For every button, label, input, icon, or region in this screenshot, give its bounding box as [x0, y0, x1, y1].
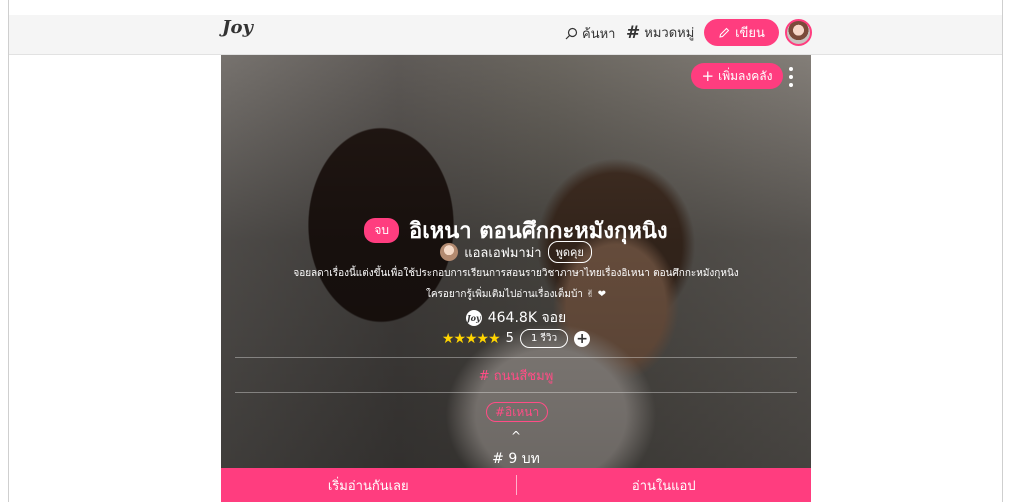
category-label: หมวดหมู่ [644, 26, 695, 41]
start-reading-button[interactable]: เริ่มอ่านกันเลย [221, 475, 516, 496]
star-rating-icon: ★★★★★ [441, 330, 501, 347]
divider [235, 357, 797, 358]
view-count: 464.8K จอย [487, 310, 567, 326]
cta-bar: เริ่มอ่านกันเลย อ่านในแอป [221, 468, 811, 502]
status-badge: จบ [364, 218, 400, 243]
add-review-icon[interactable]: + [574, 330, 591, 347]
user-avatar[interactable] [785, 19, 812, 46]
rating-value: 5 [505, 331, 514, 346]
write-label: เขียน [735, 26, 765, 41]
hash-icon: # [626, 22, 641, 43]
joy-logo[interactable]: Joy [222, 17, 253, 38]
divider [235, 392, 797, 393]
chapter-count[interactable]: # 9 บท [221, 448, 811, 468]
pencil-icon [719, 27, 730, 38]
rating-row: ★★★★★ 5 1 รีวิว + [221, 329, 811, 348]
read-in-app-button[interactable]: อ่านในแอป [517, 475, 812, 496]
reviews-button[interactable]: 1 รีวิว [519, 329, 569, 348]
story-cover: + เพิ่มลงคลัง จบ อิเหนา ตอนศึกกะหมังกุหน… [221, 55, 811, 468]
add-to-shelf-label: เพิ่มลงคลัง [718, 68, 773, 83]
more-options-icon[interactable] [788, 67, 794, 87]
views-row: Joy 464.8K จอย [221, 307, 811, 329]
write-button[interactable]: เขียน [704, 19, 779, 46]
search-icon [565, 27, 578, 40]
author-name[interactable]: แอลเอฟมาม่า [464, 242, 541, 263]
top-navigation-bar [9, 15, 1002, 55]
author-avatar[interactable] [440, 243, 459, 261]
author-row: แอลเอฟมาม่า พูดคุย [221, 241, 811, 263]
story-tagline[interactable]: # ถนนสีชมพู [221, 365, 811, 386]
search-nav-item[interactable]: ค้นหา [565, 23, 615, 44]
joy-icon: Joy [465, 310, 482, 326]
talk-button[interactable]: พูดคุย [547, 241, 592, 263]
tag-chip[interactable]: #อิเหนา [486, 402, 549, 422]
add-to-shelf-button[interactable]: + เพิ่มลงคลัง [691, 63, 783, 89]
category-nav-item[interactable]: # หมวดหมู่ [626, 22, 694, 43]
story-description-extra: ใครอยากรู้เพิ่มเติมไปอ่านเรื่องเต็มบ้า ✌… [425, 289, 607, 300]
chevron-up-icon[interactable]: ^ [221, 429, 811, 443]
plus-icon: + [701, 67, 715, 85]
story-description: จอยลดาเรื่องนี้แต่งขึ้นเพื่อใช้ประกอบการ… [293, 268, 739, 279]
search-label: ค้นหา [582, 27, 616, 42]
